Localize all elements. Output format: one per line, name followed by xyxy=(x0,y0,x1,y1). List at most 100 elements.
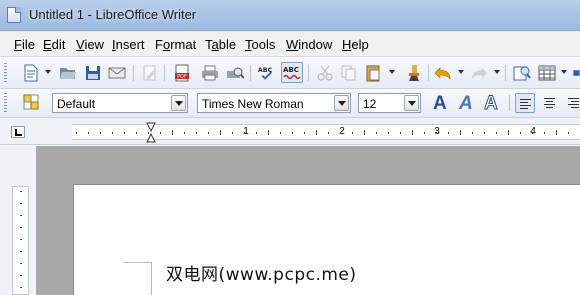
underline-icon[interactable]: A xyxy=(484,93,499,115)
font-name-dropdown-button[interactable] xyxy=(334,95,349,111)
ruler-row: 1 2 3 4 xyxy=(0,118,580,145)
ruler-dot xyxy=(20,287,22,288)
ruler-dot xyxy=(76,132,77,134)
toolbar-grip[interactable] xyxy=(4,63,7,83)
redo-dropdown-arrow[interactable] xyxy=(494,70,500,74)
ruler-dot xyxy=(532,132,533,134)
ruler-tick xyxy=(268,130,269,135)
menu-insert[interactable]: Insert xyxy=(112,37,145,52)
export-pdf-icon[interactable]: PDF xyxy=(173,64,191,82)
ruler-dot xyxy=(304,132,305,134)
email-icon[interactable] xyxy=(108,64,126,82)
ruler-label: 2 xyxy=(339,126,345,137)
spellcheck-icon[interactable]: ABC xyxy=(257,64,275,82)
menu-table[interactable]: Table xyxy=(205,37,236,52)
toolbar-separator xyxy=(250,65,251,81)
ruler-tick xyxy=(412,130,413,135)
ruler-dot xyxy=(376,132,377,134)
toolbar-separator xyxy=(509,95,510,111)
ruler-dot xyxy=(472,132,473,134)
title-bar: Untitled 1 - LibreOffice Writer xyxy=(0,0,580,31)
paragraph-style-combo[interactable]: Default xyxy=(52,93,188,113)
paragraph-style-dropdown-button[interactable] xyxy=(171,95,186,111)
toolbar-separator xyxy=(505,65,506,81)
ruler-tick xyxy=(508,130,509,135)
autospellcheck-icon[interactable]: ABC xyxy=(281,62,303,83)
ruler-dot xyxy=(424,132,425,134)
text-boundary-mark xyxy=(124,262,152,263)
ruler-dot xyxy=(20,263,22,264)
table-dropdown-arrow[interactable] xyxy=(561,70,567,74)
ruler-dot xyxy=(20,203,22,204)
ruler-dot xyxy=(20,227,22,228)
align-left-icon[interactable] xyxy=(515,93,535,113)
toolbar-grip[interactable] xyxy=(4,93,7,113)
styles-and-formatting-icon[interactable] xyxy=(22,93,40,111)
ruler-dot xyxy=(124,132,125,134)
navigator-icon[interactable] xyxy=(513,64,531,82)
menu-window[interactable]: Window xyxy=(286,37,332,52)
bold-icon[interactable]: A xyxy=(433,93,447,115)
ruler-dot xyxy=(244,132,245,134)
font-size-dropdown-button[interactable] xyxy=(404,95,419,111)
menu-edit[interactable]: Edit xyxy=(43,37,65,52)
ruler-dot xyxy=(328,132,329,134)
ruler-dot xyxy=(352,132,353,134)
table-icon[interactable] xyxy=(538,64,556,82)
ruler-dot xyxy=(184,132,185,134)
undo-icon[interactable] xyxy=(434,64,452,82)
font-size-combo[interactable]: 12 xyxy=(358,93,421,113)
new-dropdown-arrow[interactable] xyxy=(45,70,51,74)
font-size-value: 12 xyxy=(363,97,377,111)
ruler-dot xyxy=(496,132,497,134)
ruler-dot xyxy=(484,132,485,134)
window-title: Untitled 1 - LibreOffice Writer xyxy=(29,7,197,22)
menu-tools[interactable]: Tools xyxy=(245,37,275,52)
menu-bar: File Edit View Insert Format Table Tools… xyxy=(0,31,580,57)
menu-file[interactable]: File xyxy=(14,37,35,52)
ruler-tick xyxy=(220,130,221,135)
vertical-ruler[interactable] xyxy=(12,186,29,295)
align-right-icon[interactable] xyxy=(564,93,580,113)
paste-dropdown-arrow[interactable] xyxy=(389,70,395,74)
undo-dropdown-arrow[interactable] xyxy=(458,70,464,74)
indent-marker-icon[interactable] xyxy=(146,122,156,147)
ruler-label: 3 xyxy=(434,126,440,137)
vertical-ruler-panel xyxy=(0,146,36,295)
align-center-icon[interactable] xyxy=(540,93,560,113)
ruler-dot xyxy=(340,132,341,134)
standard-toolbar: PDF ABC ABC xyxy=(0,57,580,89)
clone-formatting-icon[interactable] xyxy=(405,64,423,82)
tab-type-button[interactable] xyxy=(11,126,25,138)
text-boundary-mark xyxy=(151,262,152,295)
cut-icon[interactable] xyxy=(316,64,334,82)
toolbar-separator xyxy=(133,65,134,81)
copy-icon[interactable] xyxy=(340,64,358,82)
redo-icon[interactable] xyxy=(470,64,488,82)
svg-text:PDF: PDF xyxy=(177,74,187,80)
new-document-icon[interactable] xyxy=(22,64,40,82)
ruler-dot xyxy=(196,132,197,134)
ruler-tick xyxy=(460,130,461,135)
ruler-dot xyxy=(100,132,101,134)
ruler-dot xyxy=(20,215,22,216)
edit-file-icon[interactable] xyxy=(141,64,159,82)
menu-help[interactable]: Help xyxy=(342,37,369,52)
save-icon[interactable] xyxy=(84,64,102,82)
font-name-combo[interactable]: Times New Roman xyxy=(197,93,351,113)
open-icon[interactable] xyxy=(59,64,77,82)
ruler-dot xyxy=(568,132,569,134)
print-icon[interactable] xyxy=(201,64,219,82)
ruler-dot xyxy=(88,132,89,134)
print-preview-icon[interactable] xyxy=(226,64,244,82)
ruler-dot xyxy=(544,132,545,134)
ruler-tick xyxy=(172,130,173,135)
ruler-dot xyxy=(400,132,401,134)
menu-view[interactable]: View xyxy=(76,37,104,52)
toolbar-separator xyxy=(308,65,309,81)
ruler-label: 4 xyxy=(530,126,536,137)
more-icon[interactable] xyxy=(573,64,580,82)
paste-icon[interactable] xyxy=(364,64,382,82)
italic-icon[interactable]: A xyxy=(459,93,473,115)
menu-format[interactable]: Format xyxy=(155,37,196,52)
